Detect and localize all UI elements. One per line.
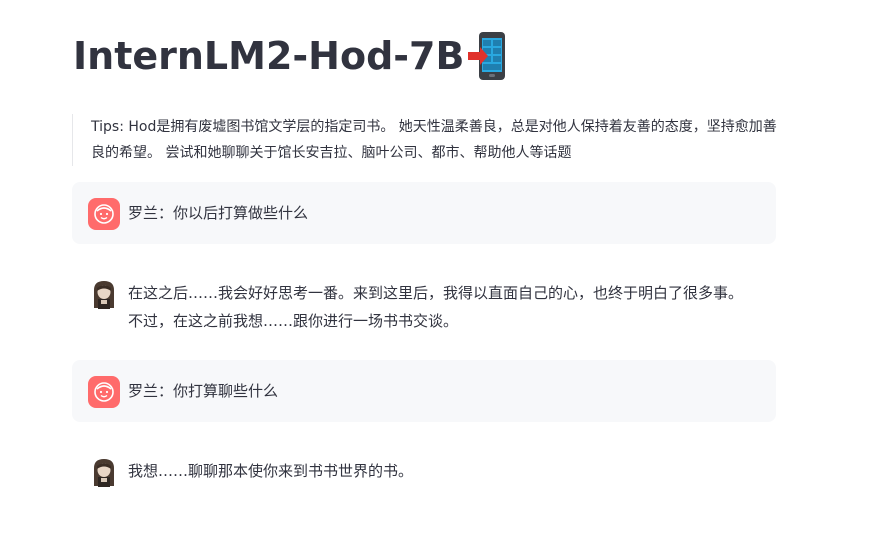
chat-message-user: 罗兰：你以后打算做些什么 [72, 182, 776, 244]
message-text: 在这之后……我会好好思考一番。来到这里后，我得以直面自己的心，也终于明白了很多事… [128, 284, 744, 330]
hod-avatar [88, 456, 120, 488]
tips-text: Tips: Hod是拥有废墟图书馆文学层的指定司书。 她天性温柔善良，总是对他人… [91, 119, 777, 161]
chat-page: InternLM2-Hod-7B Tips: Hod是拥有废墟图书馆文学层的指定… [0, 0, 894, 548]
message-text: 我想……聊聊那本使你来到书书世界的书。 [128, 462, 414, 480]
message-text: 罗兰：你以后打算做些什么 [128, 204, 309, 222]
user-face-icon [88, 198, 120, 230]
hod-avatar [88, 278, 120, 310]
chat-message-user: 罗兰：你打算聊些什么 [72, 360, 776, 422]
page-title-text: InternLM2-Hod-7B [73, 34, 465, 78]
tips-callout: Tips: Hod是拥有废墟图书馆文学层的指定司书。 她天性温柔善良，总是对他人… [72, 114, 781, 166]
chat-message-assistant: 在这之后……我会好好思考一番。来到这里后，我得以直面自己的心，也终于明白了很多事… [72, 262, 776, 342]
page-title: InternLM2-Hod-7B [73, 28, 510, 84]
message-text: 罗兰：你打算聊些什么 [128, 382, 279, 400]
mobile-phone-arrow-icon [466, 30, 510, 82]
chat-message-assistant: 我想……聊聊那本使你来到书书世界的书。 [72, 440, 776, 502]
user-face-icon [88, 376, 120, 408]
